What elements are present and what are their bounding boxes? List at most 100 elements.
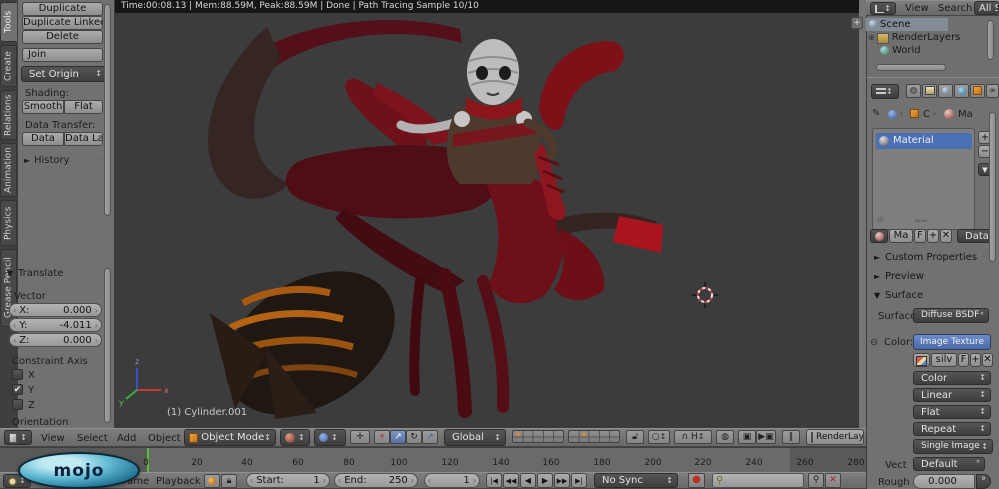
tab-animation[interactable]: Animation <box>0 143 17 197</box>
delete-keyframe-button[interactable]: ✕ <box>825 473 841 488</box>
sync-dropdown[interactable]: No Sync↕ <box>594 473 678 488</box>
menu-select[interactable]: Select <box>77 433 108 444</box>
surface-shader-dropdown[interactable]: Diffuse BSDF ° <box>913 308 989 323</box>
record-button[interactable]: ● <box>688 473 705 488</box>
proportional-edit-button[interactable]: ○↕ <box>648 430 670 444</box>
jump-to-start-button[interactable]: |◀ <box>486 473 502 488</box>
end-frame-field[interactable]: ‹End: 250› <box>334 473 418 488</box>
outliner-row-world[interactable]: World <box>866 44 999 57</box>
manipulator-rotate-button[interactable]: ↻ <box>406 430 422 444</box>
renderlayer-button[interactable]: RenderLayer <box>806 429 864 445</box>
outliner-menu-search[interactable]: Search <box>938 3 972 14</box>
toolshelf-scrollbar-top[interactable] <box>104 4 111 216</box>
jump-to-end-button[interactable]: ▶| <box>571 473 587 488</box>
viewport-editor-type-button[interactable]: ↕ <box>4 430 32 445</box>
color-node-button[interactable]: Image Texture <box>913 334 991 350</box>
current-frame-field[interactable]: ‹ 1› <box>424 473 480 488</box>
play-reverse-button[interactable]: ◀ <box>520 473 536 488</box>
tab-render-icon[interactable] <box>906 84 921 98</box>
roughness-slider[interactable]: 0.000 <box>913 474 975 489</box>
tab-create[interactable]: Create <box>0 45 17 87</box>
mode-dropdown[interactable]: Object Mode ↕ <box>184 429 276 446</box>
tab-tools[interactable]: Tools <box>0 2 17 42</box>
color-space-dropdown[interactable]: Color↕ <box>913 371 991 385</box>
insert-keyframe-button[interactable]: ⚲ <box>808 473 824 488</box>
smooth-button[interactable]: Smooth <box>22 100 64 114</box>
tab-constraints-icon[interactable]: ∞ <box>986 84 999 98</box>
outliner-editor-type-button[interactable]: ↕ <box>870 2 896 15</box>
history-panel-header[interactable]: History <box>34 155 70 166</box>
outliner-vscrollbar[interactable] <box>987 20 994 60</box>
tab-object-icon[interactable] <box>970 84 985 98</box>
outliner-row-scene[interactable]: Scene <box>866 18 948 31</box>
duplicate-button[interactable]: Duplicate <box>22 2 103 16</box>
duplicate-linked-button[interactable]: Duplicate Linked <box>22 16 103 30</box>
pin-icon[interactable]: ✎ <box>872 108 880 119</box>
color-socket-icon[interactable]: ⊖ <box>870 337 878 348</box>
image-name-field[interactable]: silv <box>931 353 957 367</box>
tab-physics[interactable]: Physics <box>0 200 17 246</box>
vector-y-field[interactable]: ‹Y: -4.011› <box>9 318 102 332</box>
menu-add[interactable]: Add <box>117 433 136 444</box>
layers-grid-1[interactable] <box>512 430 564 443</box>
tab-world-icon[interactable] <box>954 84 969 98</box>
manipulator-translate-button[interactable]: ↗ <box>390 430 406 444</box>
image-unlink-button[interactable]: ✕ <box>982 353 993 367</box>
constraint-x-checkbox[interactable] <box>12 369 23 380</box>
shading-dropdown[interactable]: ↕ <box>280 429 310 446</box>
material-fake-user-button[interactable]: F <box>914 229 926 243</box>
outliner-hscrollbar[interactable] <box>876 64 946 71</box>
preview-grip[interactable]: ···· <box>982 271 997 281</box>
properties-vscrollbar[interactable] <box>989 112 996 262</box>
translate-expander-icon[interactable]: ▼ <box>7 269 13 278</box>
pause-render-button[interactable]: ‖ <box>782 430 800 444</box>
play-button[interactable]: ▶ <box>537 473 553 488</box>
source-dropdown[interactable]: Single Image↕ <box>913 439 993 454</box>
opengl-render-anim-button[interactable]: ▶▣ <box>756 430 776 444</box>
lock-to-scene-button[interactable]: 🔓︎ <box>626 430 644 444</box>
next-keyframe-button[interactable]: ▶▶ <box>554 473 570 488</box>
breadcrumb-object[interactable]: C <box>923 109 930 120</box>
outliner-display-filter-dropdown[interactable]: All S <box>974 1 999 15</box>
list-resize-grip[interactable]: ══ <box>915 217 928 227</box>
custom-properties-panel-header[interactable]: Custom Properties <box>885 252 977 263</box>
lock-time-button[interactable]: 🔒︎ <box>221 474 237 488</box>
join-button[interactable]: Join <box>22 48 103 62</box>
timeline-menu-playback[interactable]: Playback <box>156 476 201 487</box>
set-origin-dropdown[interactable]: Set Origin↕ <box>21 66 107 82</box>
projection-dropdown[interactable]: Flat↕ <box>913 405 991 419</box>
roughness-socket-button[interactable]: ° <box>976 474 991 489</box>
vector-x-field[interactable]: ‹X: 0.000› <box>9 303 102 317</box>
flat-button[interactable]: Flat <box>64 100 103 114</box>
outliner-menu-view[interactable]: View <box>905 3 929 14</box>
vector-z-field[interactable]: ‹Z: 0.000› <box>9 333 102 347</box>
translate-grip[interactable]: ···· <box>92 268 107 278</box>
constraint-y-checkbox[interactable]: ✔ <box>12 384 23 395</box>
layers-grid-2[interactable] <box>568 430 620 443</box>
image-fake-user-button[interactable]: F <box>958 353 969 367</box>
material-unlink-button[interactable]: ✕ <box>940 229 952 243</box>
opengl-render-button[interactable]: ▣ <box>738 430 756 444</box>
surface-grip[interactable]: ···· <box>982 290 997 300</box>
tab-scene-icon[interactable] <box>938 84 953 98</box>
interpolation-dropdown[interactable]: Linear↕ <box>913 388 991 402</box>
delete-button[interactable]: Delete <box>22 30 103 44</box>
pivot-dropdown[interactable]: ↕ <box>314 429 346 446</box>
manipulator-axes-button[interactable]: ⌖ <box>374 430 390 444</box>
image-new-button[interactable]: + <box>970 353 981 367</box>
start-frame-field[interactable]: ‹Start: 1› <box>246 473 330 488</box>
image-browse-button[interactable] <box>913 353 930 367</box>
breadcrumb-material[interactable]: Ma <box>958 109 973 120</box>
keying-set-field[interactable]: ⚲ <box>712 473 804 488</box>
preview-range-button[interactable] <box>204 474 220 488</box>
preview-expander-icon[interactable]: ► <box>874 272 880 281</box>
menu-view[interactable]: View <box>41 433 65 444</box>
viewport-expand-button[interactable]: + <box>851 17 863 29</box>
tab-relations[interactable]: Relations <box>0 90 17 140</box>
history-expander-icon[interactable]: ► <box>24 156 30 165</box>
prev-keyframe-button[interactable]: ◀◀ <box>503 473 519 488</box>
toolshelf-scrollbar-bottom[interactable] <box>104 268 111 423</box>
translate-panel-header[interactable]: Translate <box>18 268 63 279</box>
data-layout-button[interactable]: Data La <box>64 132 103 146</box>
snap-magnet-button[interactable]: ∩ H↕ <box>674 430 712 444</box>
